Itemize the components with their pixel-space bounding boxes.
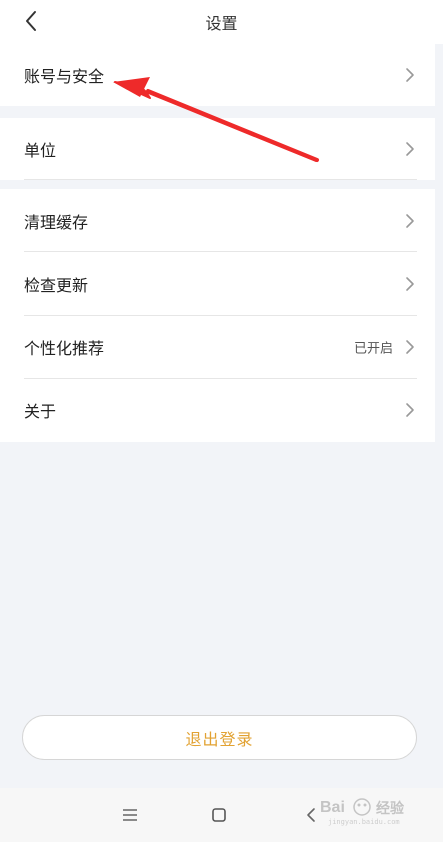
row-label: 清理缓存 (24, 212, 89, 232)
chevron-right-icon (406, 213, 414, 228)
row-label: 个性化推荐 (24, 339, 105, 359)
chevron-right-icon (406, 277, 414, 291)
watermark-cn: 经验 (376, 801, 404, 817)
page-title: 设置 (205, 14, 238, 33)
home-square-icon[interactable] (204, 800, 234, 830)
row-about[interactable]: 关于 (0, 379, 435, 442)
account-group: 账号与安全 (0, 44, 435, 106)
header-bar: 设置 (0, 0, 443, 44)
watermark-site: jingyan.baidu.com (328, 818, 400, 826)
logout-label: 退出登录 (185, 729, 254, 749)
row-clear-cache[interactable]: 清理缓存 (0, 189, 435, 253)
status-value: 已开启 (353, 341, 393, 357)
chevron-right-icon (406, 340, 414, 354)
row-label: 检查更新 (24, 275, 89, 295)
row-personalized-recommend[interactable]: 个性化推荐 已开启 (0, 316, 435, 379)
unit-group: 单位 (0, 118, 435, 180)
misc-group: 清理缓存 检查更新 个性化推荐 已开启 关于 (0, 189, 435, 442)
row-account-security[interactable]: 账号与安全 (0, 44, 435, 106)
chevron-right-icon (406, 403, 414, 418)
menu-icon[interactable] (115, 800, 145, 830)
row-label: 关于 (24, 402, 57, 422)
system-nav-bar: Bai 经验 jingyan.baidu.com (0, 788, 443, 842)
back-arrow-icon[interactable] (20, 8, 44, 34)
settings-screen: 设置 账号与安全 单位 清理缓存 检查更新 个性化推荐 已开启 关于 退出登录 … (0, 0, 443, 842)
row-check-update[interactable]: 检查更新 (0, 252, 435, 316)
baidu-jingyan-watermark: Bai 经验 jingyan.baidu.com (320, 796, 435, 830)
divider (24, 179, 417, 180)
row-label: 单位 (24, 141, 57, 160)
row-unit[interactable]: 单位 (0, 118, 435, 180)
logout-button[interactable]: 退出登录 (22, 715, 417, 760)
chevron-right-icon (406, 68, 414, 82)
chevron-right-icon (406, 142, 414, 156)
svg-text:Bai: Bai (320, 799, 345, 816)
row-label: 账号与安全 (24, 67, 105, 86)
